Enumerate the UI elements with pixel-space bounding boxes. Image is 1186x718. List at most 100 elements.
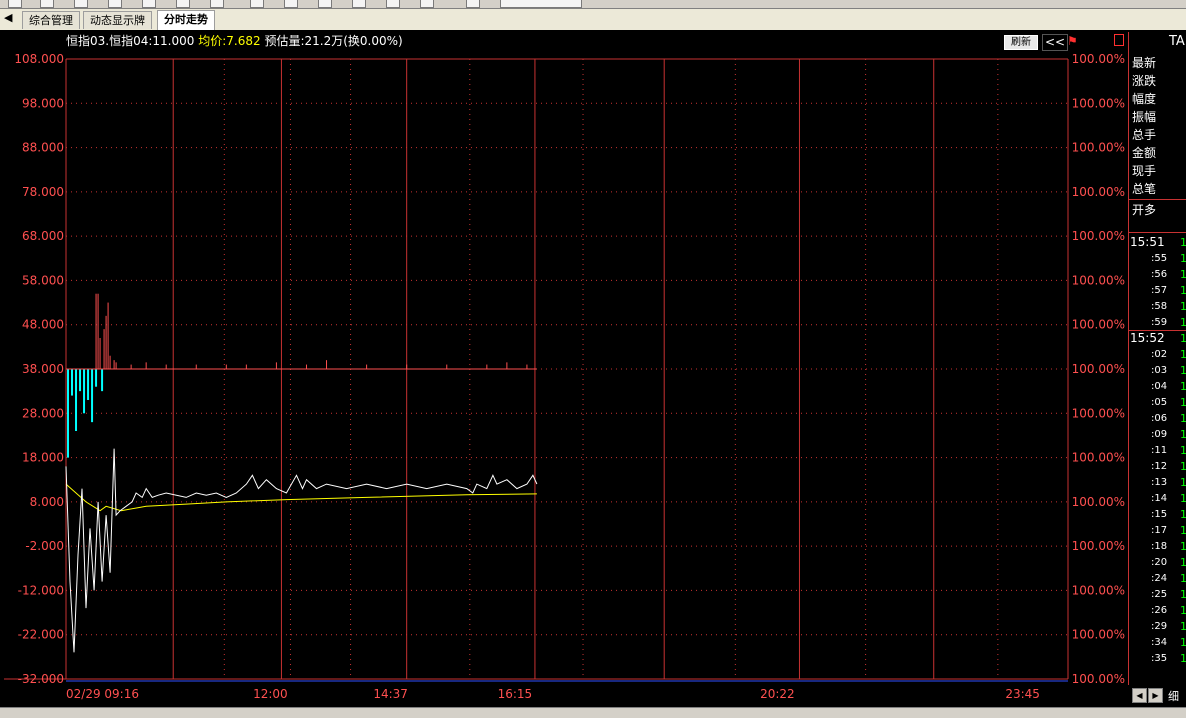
- tick-value: 1: [1180, 540, 1186, 553]
- window-icon[interactable]: [1114, 34, 1124, 46]
- toolbar-icon[interactable]: [420, 0, 434, 8]
- toolbar-icon[interactable]: [210, 0, 224, 8]
- tick-time: :35: [1151, 653, 1168, 664]
- toolbar-icon[interactable]: [40, 0, 54, 8]
- quote-side-panel: TA 最新 涨跌 幅度 振幅 总手 金额 现手 总笔 开多 15:51 1:55 1:56 1:57 1:…: [1128, 32, 1186, 685]
- tick-value: 1: [1180, 332, 1186, 345]
- tick-value: 1: [1180, 364, 1186, 377]
- x-tick-label: 20:22: [760, 687, 795, 701]
- tick-value: 1: [1180, 492, 1186, 505]
- tick-time: :20: [1151, 557, 1168, 568]
- y-tick-label: -2.000: [25, 539, 64, 553]
- side-panel-label: 总手: [1132, 128, 1157, 142]
- pct-tick-label: 100.00%: [1072, 362, 1125, 376]
- x-tick-label: 02/29 09:16: [66, 687, 139, 701]
- toolbar-icon[interactable]: [318, 0, 332, 8]
- tick-time: :12: [1151, 461, 1168, 472]
- tick-value: 1: [1180, 252, 1186, 265]
- tick-time: :24: [1151, 573, 1168, 584]
- toolbar-icon[interactable]: [176, 0, 190, 8]
- tick-time: :25: [1151, 589, 1168, 600]
- tick-value: 1: [1180, 284, 1186, 297]
- avg-price-label: 均价:7.682: [198, 34, 261, 48]
- status-bar: [0, 707, 1186, 718]
- timeshare-chart[interactable]: 108.000 100.00% 98.000 100.00% 88.000 100.00%…: [0, 50, 1128, 707]
- y-tick-label: 8.000: [30, 495, 64, 509]
- tick-value: 1: [1180, 348, 1186, 361]
- tick-time: :11: [1151, 445, 1168, 456]
- volume-estimate-label: 预估量:21.2万(换0.00%): [264, 34, 403, 48]
- side-panel-title: TA: [1169, 34, 1185, 49]
- collapse-button[interactable]: <<: [1042, 34, 1068, 51]
- y-tick-label: 48.000: [22, 318, 64, 332]
- pct-tick-label: 100.00%: [1072, 318, 1125, 332]
- side-panel-divider: [1129, 330, 1186, 331]
- toolbar-icon[interactable]: [8, 0, 22, 8]
- tick-time: :56: [1151, 269, 1168, 280]
- tab-dynamic-board[interactable]: 动态显示牌: [83, 11, 152, 29]
- toolbar-icon[interactable]: [284, 0, 298, 8]
- tab-timeshare[interactable]: 分时走势: [157, 10, 215, 30]
- tick-value: 1: [1180, 572, 1186, 585]
- tick-value: 1: [1180, 396, 1186, 409]
- tick-time: :57: [1151, 285, 1168, 296]
- side-panel-divider: [1129, 199, 1186, 200]
- toolbar-dropdown[interactable]: [500, 0, 582, 8]
- open-position-label: 开多: [1132, 203, 1157, 217]
- toolbar-icon[interactable]: [466, 0, 480, 8]
- tick-time: :34: [1151, 637, 1168, 648]
- toolbar-icon[interactable]: [142, 0, 156, 8]
- tick-value: 1: [1180, 428, 1186, 441]
- tick-time: :06: [1151, 413, 1168, 424]
- pct-tick-label: 100.00%: [1072, 628, 1125, 642]
- tick-value: 1: [1180, 412, 1186, 425]
- toolbar-icon[interactable]: [108, 0, 122, 8]
- tick-time: :04: [1151, 381, 1168, 392]
- y-tick-label: -22.000: [18, 628, 64, 642]
- tick-value: 1: [1180, 524, 1186, 537]
- tick-time: :13: [1151, 477, 1168, 488]
- chart-info-bar: 恒指03.恒指04:11.000 均价:7.682 预估量:21.2万(换0.0…: [66, 32, 403, 50]
- tick-value: 1: [1180, 460, 1186, 473]
- side-panel-label: 振幅: [1132, 110, 1157, 124]
- toolbar-icon[interactable]: [74, 0, 88, 8]
- pct-tick-label: 100.00%: [1072, 229, 1125, 243]
- pct-tick-label: 100.00%: [1072, 96, 1125, 110]
- y-tick-label: 108.000: [14, 52, 64, 66]
- tick-time: :26: [1151, 605, 1168, 616]
- tick-time: :14: [1151, 493, 1168, 504]
- side-panel-label: 总笔: [1132, 182, 1157, 196]
- pct-tick-label: 100.00%: [1072, 273, 1125, 287]
- tick-time: :05: [1151, 397, 1168, 408]
- pct-tick-label: 100.00%: [1072, 141, 1125, 155]
- tab-overview[interactable]: 综合管理: [22, 11, 80, 29]
- tick-value: 1: [1180, 652, 1186, 665]
- tick-value: 1: [1180, 268, 1186, 281]
- y-tick-label: 98.000: [22, 96, 64, 110]
- side-panel-label: 涨跌: [1132, 74, 1157, 88]
- tick-value: 1: [1180, 444, 1186, 457]
- tick-time: 15:51: [1130, 235, 1165, 249]
- flag-icon[interactable]: ⚑: [1067, 34, 1078, 48]
- toolbar-icon[interactable]: [352, 0, 366, 8]
- tab-scroll-left-icon[interactable]: ◀: [4, 11, 12, 24]
- tick-value: 1: [1180, 620, 1186, 633]
- refresh-button[interactable]: 刷新: [1004, 35, 1038, 50]
- toolbar-icon[interactable]: [250, 0, 264, 8]
- tick-time: :09: [1151, 429, 1168, 440]
- y-tick-label: -12.000: [18, 583, 64, 597]
- y-tick-label: 38.000: [22, 362, 64, 376]
- tick-value: 1: [1180, 604, 1186, 617]
- tick-time: 15:52: [1130, 331, 1165, 345]
- pct-tick-label: 100.00%: [1072, 539, 1125, 553]
- pct-tick-label: 100.00%: [1072, 406, 1125, 420]
- tick-value: 1: [1180, 588, 1186, 601]
- y-tick-label: 78.000: [22, 185, 64, 199]
- toolbar-icon[interactable]: [386, 0, 400, 8]
- scroll-left-icon[interactable]: ◀: [1132, 688, 1147, 703]
- x-tick-label: 16:15: [498, 687, 533, 701]
- tick-time: :18: [1151, 541, 1168, 552]
- detail-label[interactable]: 细: [1168, 688, 1179, 704]
- scroll-right-icon[interactable]: ▶: [1148, 688, 1163, 703]
- tick-time: :29: [1151, 621, 1168, 632]
